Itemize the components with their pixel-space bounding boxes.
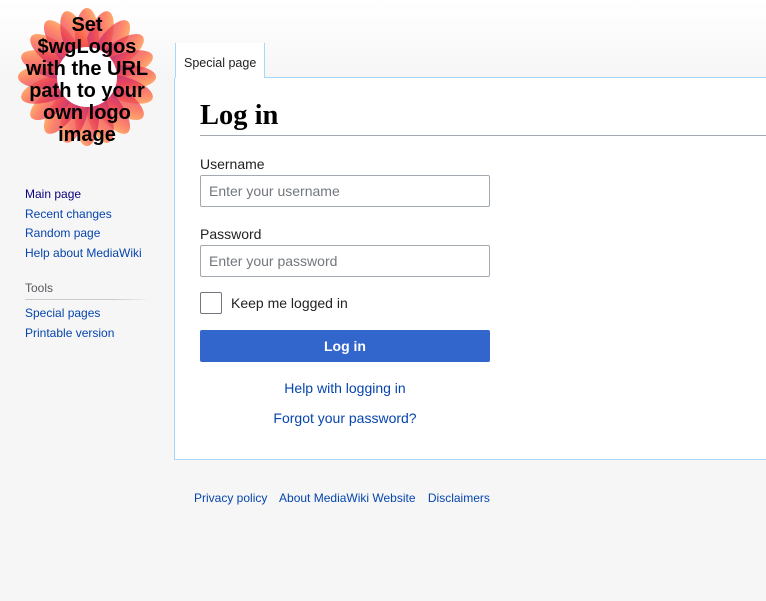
site-logo[interactable]: Set $wgLogos with the URL path to your o… [18,8,156,146]
footer-privacy-policy[interactable]: Privacy policy [194,491,267,505]
logo-text: Set $wgLogos with the URL path to your o… [25,14,149,146]
sidebar-item-random-page[interactable]: Random page [25,224,155,244]
content-area: Log in Username Password Keep me logged … [174,78,766,460]
sidebar: Main page Recent changes Random page Hel… [25,185,155,343]
tab-special-page[interactable]: Special page [175,43,265,79]
footer-disclaimers[interactable]: Disclaimers [428,491,490,505]
username-input[interactable] [200,175,490,207]
username-label: Username [200,156,265,172]
footer: Privacy policy About MediaWiki Website D… [194,491,499,505]
password-input[interactable] [200,245,490,277]
tools-heading: Tools [25,281,150,300]
sidebar-item-special-pages[interactable]: Special pages [25,304,155,324]
keep-logged-in-label[interactable]: Keep me logged in [231,295,348,311]
sidebar-item-recent-changes[interactable]: Recent changes [25,205,155,225]
navigation-portal: Main page Recent changes Random page Hel… [25,185,155,263]
page-title: Log in [200,98,766,136]
footer-about[interactable]: About MediaWiki Website [279,491,416,505]
keep-logged-in-checkbox[interactable] [200,292,222,314]
sidebar-item-help[interactable]: Help about MediaWiki [25,244,155,264]
tab-label: Special page [184,56,257,70]
login-button[interactable]: Log in [200,330,490,362]
tools-portal: Special pages Printable version [25,304,155,343]
help-logging-in-link[interactable]: Help with logging in [200,380,490,396]
password-label: Password [200,226,262,242]
sidebar-item-printable-version[interactable]: Printable version [25,324,155,344]
forgot-password-link[interactable]: Forgot your password? [200,410,490,426]
sidebar-item-main-page[interactable]: Main page [25,185,155,205]
